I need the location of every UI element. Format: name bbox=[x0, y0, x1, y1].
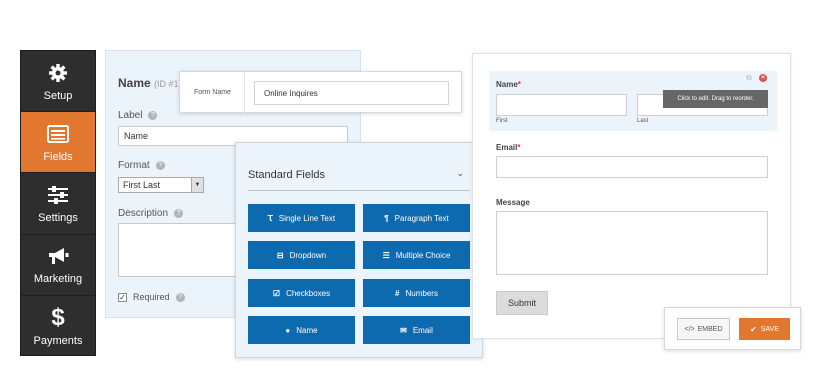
form-name-label: Form Name bbox=[194, 89, 231, 96]
text-icon: Ꚍ bbox=[267, 213, 273, 223]
list-icon: ☰ bbox=[382, 250, 390, 260]
sidebar-item-settings[interactable]: Settings bbox=[21, 173, 95, 235]
save-button[interactable]: ✔ SAVE bbox=[739, 318, 790, 340]
required-label: Required bbox=[133, 292, 170, 302]
checkmark-icon: ✔ bbox=[750, 324, 757, 334]
builder-sidebar: Setup Fields Settings Marketing $ Paymen… bbox=[20, 50, 96, 356]
delete-icon[interactable]: ✕ bbox=[759, 74, 767, 82]
help-icon[interactable]: ? bbox=[148, 110, 158, 120]
divider bbox=[248, 190, 470, 191]
form-name-popup: Form Name Online Inquires bbox=[179, 71, 462, 114]
dropdown-icon: ⊟ bbox=[276, 250, 284, 260]
checkbox-icon: ☑ bbox=[272, 288, 281, 298]
sidebar-item-label: Marketing bbox=[33, 273, 83, 286]
megaphone-icon bbox=[46, 244, 70, 268]
submit-button[interactable]: Submit bbox=[496, 291, 548, 315]
add-email-button[interactable]: ✉ Email bbox=[363, 316, 470, 344]
chevron-down-icon[interactable]: ⌄ bbox=[456, 168, 464, 179]
code-icon: </> bbox=[684, 325, 695, 333]
field-actions: ⧉ ✕ bbox=[746, 74, 767, 82]
add-name-button[interactable]: ● Name bbox=[248, 316, 355, 344]
envelope-icon: ✉ bbox=[400, 325, 407, 335]
name-field-label: Name* bbox=[496, 80, 521, 89]
first-sublabel: First bbox=[496, 118, 508, 124]
gear-icon bbox=[48, 61, 68, 85]
embed-button[interactable]: </> EMBED bbox=[677, 318, 730, 340]
field-options-title: Name (ID #1) bbox=[118, 76, 182, 90]
email-input[interactable] bbox=[496, 156, 768, 178]
label-caption: Label? bbox=[118, 110, 158, 121]
sidebar-item-label: Setup bbox=[43, 89, 73, 102]
required-checkbox[interactable]: ✓ bbox=[118, 292, 127, 302]
edit-tooltip: Click to edit. Drag to reorder. bbox=[663, 90, 768, 108]
sidebar-item-payments[interactable]: $ Payments bbox=[21, 296, 95, 357]
sidebar-item-fields[interactable]: Fields bbox=[21, 112, 95, 174]
user-icon: ● bbox=[285, 325, 291, 335]
sidebar-item-label: Payments bbox=[33, 334, 83, 347]
required-checkbox-row[interactable]: ✓ Required ? bbox=[118, 292, 185, 302]
duplicate-icon[interactable]: ⧉ bbox=[746, 74, 754, 82]
hash-icon: # bbox=[395, 288, 400, 298]
form-preview: Name* ⧉ ✕ First Last Click to edit. Drag… bbox=[472, 53, 791, 339]
add-single-line-text-button[interactable]: Ꚍ Single Line Text bbox=[248, 204, 355, 232]
add-checkboxes-button[interactable]: ☑ Checkboxes bbox=[248, 279, 355, 307]
message-textarea[interactable] bbox=[496, 211, 768, 275]
required-mark: * bbox=[517, 80, 521, 89]
help-icon[interactable]: ? bbox=[175, 292, 185, 302]
format-select[interactable]: First Last ▼ bbox=[118, 177, 204, 193]
format-select-value: First Last bbox=[123, 180, 161, 190]
field-id: (ID #1) bbox=[154, 79, 182, 89]
dollar-icon: $ bbox=[51, 303, 65, 331]
format-caption: Format? bbox=[118, 160, 165, 171]
add-multiple-choice-button[interactable]: ☰ Multiple Choice bbox=[363, 241, 470, 269]
add-dropdown-button[interactable]: ⊟ Dropdown bbox=[248, 241, 355, 269]
help-icon[interactable]: ? bbox=[174, 208, 184, 218]
sidebar-item-setup[interactable]: Setup bbox=[21, 51, 95, 113]
add-paragraph-text-button[interactable]: ¶ Paragraph Text bbox=[363, 204, 470, 232]
help-icon[interactable]: ? bbox=[155, 160, 165, 170]
fields-list-icon bbox=[47, 122, 69, 146]
paragraph-icon: ¶ bbox=[384, 213, 389, 223]
action-bar: </> EMBED ✔ SAVE bbox=[664, 307, 801, 350]
required-mark: * bbox=[517, 143, 521, 152]
form-name-input[interactable]: Online Inquires bbox=[254, 81, 449, 105]
divider bbox=[244, 72, 245, 114]
description-caption: Description? bbox=[118, 208, 184, 219]
message-field-label: Message bbox=[496, 198, 530, 207]
sliders-icon bbox=[47, 183, 69, 207]
sidebar-item-label: Settings bbox=[38, 211, 78, 224]
add-numbers-button[interactable]: # Numbers bbox=[363, 279, 470, 307]
sidebar-item-label: Fields bbox=[43, 150, 73, 163]
first-name-input[interactable] bbox=[496, 94, 627, 116]
email-field-label: Email* bbox=[496, 143, 521, 152]
standard-fields-panel: Standard Fields ⌄ Ꚍ Single Line Text ¶ Par… bbox=[235, 142, 483, 358]
last-sublabel: Last bbox=[637, 118, 649, 124]
caret-down-icon[interactable]: ▼ bbox=[191, 178, 203, 192]
sidebar-item-marketing[interactable]: Marketing bbox=[21, 235, 95, 296]
standard-fields-title: Standard Fields bbox=[248, 169, 326, 181]
